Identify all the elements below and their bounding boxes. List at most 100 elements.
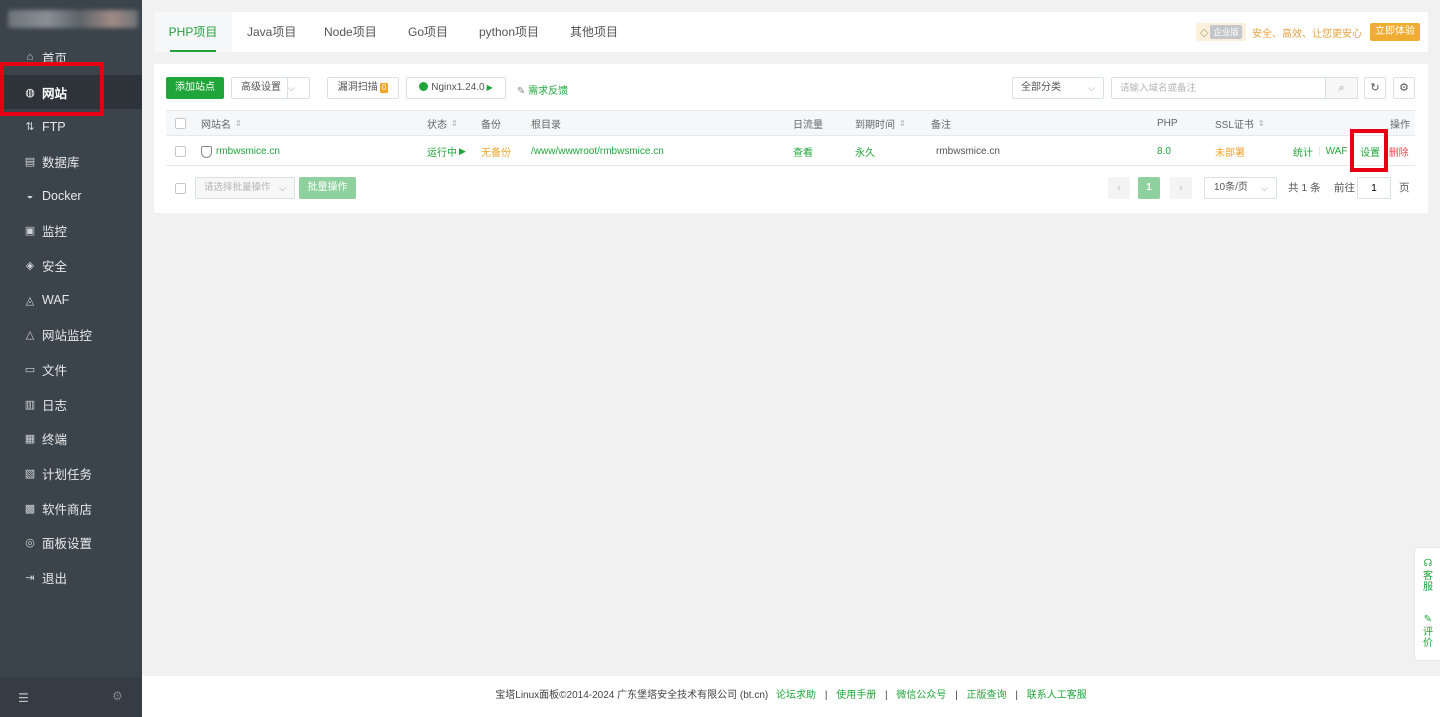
sort-icon: ⇕ <box>235 118 242 128</box>
sidebar-item-1[interactable]: ◍ 网站 <box>0 74 142 110</box>
footer-link-support[interactable]: 联系人工客服 <box>1027 690 1087 701</box>
try-now-button[interactable]: 立即体验 <box>1370 23 1420 41</box>
header-expire[interactable]: 到期时间 ⇕ <box>855 111 906 135</box>
header-status[interactable]: 状态 ⇕ <box>427 111 458 135</box>
nginx-icon <box>419 82 429 91</box>
vuln-scan-label: 漏洞扫描 <box>337 82 378 93</box>
nginx-button[interactable]: Nginx1.24.0 ▶ <box>406 77 506 99</box>
page-1-button[interactable]: 1 <box>1138 177 1160 199</box>
sidebar-item-8[interactable]: △ 网站监控 <box>0 318 142 353</box>
project-tabbar: PHP项目 Java项目 Node项目 Go项目 python项目 其他项目 ◇… <box>154 12 1428 52</box>
sidebar-item-13[interactable]: ▩ 软件商店 <box>0 491 142 526</box>
batch-select-all-checkbox[interactable] <box>175 182 186 194</box>
header-ssl[interactable]: SSL证书 ⇕ <box>1215 111 1265 135</box>
table-header: 网站名 ⇕ 状态 ⇕ 备份 根目录 日流量 到期时间 ⇕ 备注 PHP SSL证书 ⇕ … <box>166 110 1415 136</box>
customer-service-button[interactable]: ☊ 客服 <box>1415 558 1440 593</box>
batch-action-select[interactable]: 请选择批量操作 ⌵ <box>195 177 295 199</box>
sidebar-footer: ☰ ⚙ <box>0 677 142 717</box>
sidebar-item-6[interactable]: ◈ 安全 <box>0 248 142 283</box>
panel-logo <box>0 0 142 40</box>
footer-link-manual[interactable]: 使用手册 <box>836 690 876 701</box>
site-name-link[interactable]: rmbwsmice.cn <box>201 138 280 165</box>
feedback-link[interactable]: ✎ 需求反馈 <box>517 82 568 97</box>
sidebar-item-12[interactable]: ▧ 计划任务 <box>0 456 142 491</box>
sidebar-item-5[interactable]: ▣ 监控 <box>0 213 142 248</box>
tab-python[interactable]: python项目 <box>479 12 539 52</box>
site-list-card: 添加站点 高级设置 ⌵ 漏洞扫描 0 Nginx1.24.0 ▶ ✎ 需求反馈 全部… <box>154 64 1428 213</box>
tab-java[interactable]: Java项目 <box>247 12 296 52</box>
sidebar-item-2[interactable]: ⇅ FTP <box>0 109 142 144</box>
sidebar-item-label: 监控 <box>42 225 68 240</box>
row-actions: 统计 | WAF | 设置 | 删除 <box>1293 138 1409 165</box>
site-status-toggle[interactable]: 运行中 ▶ <box>427 138 466 165</box>
tab-other[interactable]: 其他项目 <box>570 12 618 52</box>
sidebar-item-label: 退出 <box>42 572 68 587</box>
settings-icon: ◎ <box>25 537 35 550</box>
sidebar-item-14[interactable]: ◎ 面板设置 <box>0 526 142 561</box>
header-status-label: 状态 <box>427 119 447 131</box>
sidebar-item-label: 计划任务 <box>42 468 93 483</box>
delete-link[interactable]: 删除 <box>1389 144 1409 159</box>
category-select[interactable]: 全部分类 ⌵ <box>1012 77 1104 99</box>
terminal-icon: ▦ <box>24 433 36 446</box>
logout-icon: ⇥ <box>25 572 35 585</box>
sidebar-item-10[interactable]: ▥ 日志 <box>0 387 142 422</box>
settings-link[interactable]: 设置 <box>1360 144 1380 159</box>
php-version-link[interactable]: 8.0 <box>1157 138 1171 165</box>
search-icon: ⌕ <box>1338 82 1345 94</box>
next-page-button[interactable]: › <box>1170 177 1192 199</box>
sidebar-item-11[interactable]: ▦ 终端 <box>0 422 142 457</box>
footer-link-forum[interactable]: 论坛求助 <box>776 690 816 701</box>
sidebar-item-label: 网站 <box>42 86 68 101</box>
diamond-icon: ◇ <box>1200 26 1209 39</box>
header-ssl-label: SSL证书 <box>1215 119 1254 131</box>
vuln-scan-button[interactable]: 漏洞扫描 0 <box>327 77 399 99</box>
tab-go[interactable]: Go项目 <box>408 12 448 52</box>
sidebar-item-9[interactable]: ▭ 文件 <box>0 352 142 387</box>
collapse-menu-icon[interactable]: ☰ <box>18 691 29 705</box>
theme-settings-icon[interactable]: ⚙ <box>112 689 123 703</box>
action-divider: | <box>1318 146 1321 157</box>
page-footer: 宝塔Linux面板©2014-2024 广东堡塔安全技术有限公司 (bt.cn)… <box>142 676 1440 717</box>
advanced-settings-button[interactable]: 高级设置 ⌵ <box>231 77 310 99</box>
sidebar-item-0[interactable]: ⌂ 首页 <box>0 40 142 75</box>
monitor-icon: ▣ <box>24 225 36 238</box>
sidebar-item-4[interactable]: ◒ Docker <box>0 179 142 214</box>
page-size-select[interactable]: 10条/页 ⌵ <box>1204 177 1277 199</box>
footer-divider: | <box>955 690 958 701</box>
goto-page-input[interactable] <box>1357 177 1391 199</box>
header-site-name[interactable]: 网站名 ⇕ <box>201 111 242 135</box>
batch-action-button[interactable]: 批量操作 <box>299 177 356 199</box>
tab-php[interactable]: PHP项目 <box>154 12 232 52</box>
ssl-status-link[interactable]: 未部署 <box>1215 138 1245 165</box>
refresh-icon: ↻ <box>1370 82 1380 94</box>
table-row: rmbwsmice.cn 运行中 ▶ 无备份 /www/wwwroot/rmbws… <box>166 138 1415 166</box>
search-button[interactable]: ⌕ <box>1326 77 1358 99</box>
sidebar-item-15[interactable]: ⇥ 退出 <box>0 560 142 595</box>
traffic-view-link[interactable]: 查看 <box>793 138 813 165</box>
prev-page-button[interactable]: ‹ <box>1108 177 1130 199</box>
footer-link-wechat[interactable]: 微信公众号 <box>896 690 946 701</box>
waf-link[interactable]: WAF <box>1326 146 1348 157</box>
select-all-checkbox[interactable] <box>175 117 186 129</box>
sidebar-item-7[interactable]: ◬ WAF <box>0 283 142 318</box>
site-status-text: 运行中 <box>427 148 457 159</box>
table-settings-button[interactable]: ⚙ <box>1393 77 1415 99</box>
expire-link[interactable]: 永久 <box>855 138 875 165</box>
stats-link[interactable]: 统计 <box>1293 144 1313 159</box>
tab-node[interactable]: Node项目 <box>324 12 377 52</box>
refresh-button[interactable]: ↻ <box>1364 77 1386 99</box>
root-dir-link[interactable]: /www/wwwroot/rmbwsmice.cn <box>531 138 664 165</box>
sidebar-item-label: FTP <box>42 119 66 134</box>
sidebar-item-3[interactable]: ▤ 数据库 <box>0 144 142 179</box>
footer-link-license[interactable]: 正版查询 <box>967 690 1007 701</box>
sort-icon: ⇕ <box>899 118 906 128</box>
feedback-label: 需求反馈 <box>528 86 569 97</box>
review-button[interactable]: ✎ 评价 <box>1415 614 1440 649</box>
backup-link[interactable]: 无备份 <box>481 138 511 165</box>
search-input[interactable] <box>1111 77 1326 99</box>
remark-text[interactable]: rmbwsmice.cn <box>936 138 1000 165</box>
header-site-name-label: 网站名 <box>201 119 231 131</box>
add-site-button[interactable]: 添加站点 <box>166 77 224 99</box>
row-checkbox[interactable] <box>175 146 186 157</box>
